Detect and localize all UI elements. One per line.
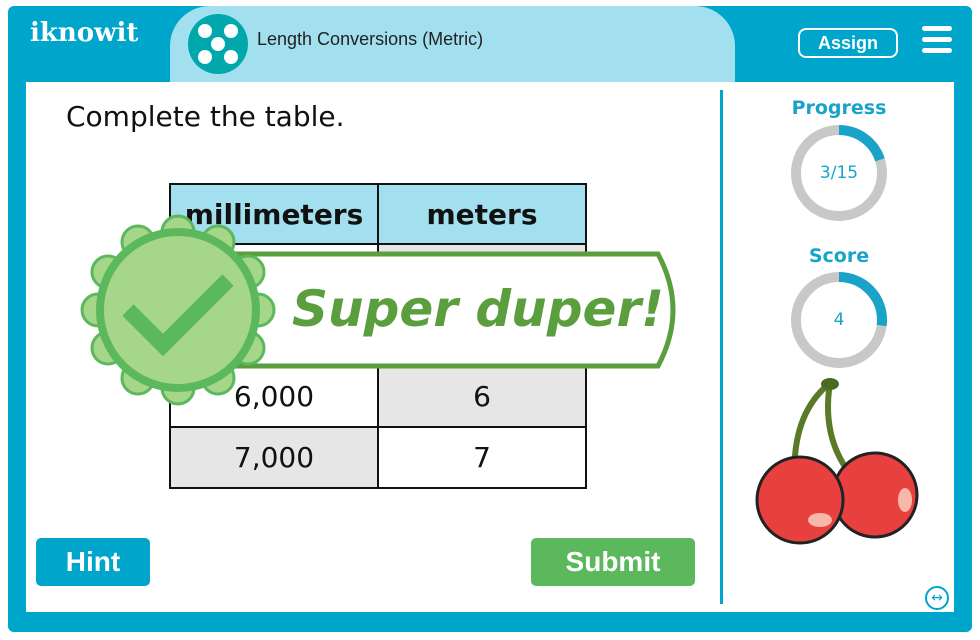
hint-button[interactable]: Hint: [36, 538, 150, 586]
progress-value: 3/15: [819, 163, 859, 183]
feedback-message: Super duper!: [292, 280, 664, 338]
divider: [720, 90, 723, 604]
table-cell: 7,000: [169, 426, 379, 489]
checkmark-badge-icon: [80, 214, 276, 406]
dots-icon: [188, 14, 248, 74]
question-prompt: Complete the table.: [66, 100, 345, 133]
progress-label: Progress: [791, 97, 887, 119]
table-cell: 7: [377, 426, 587, 489]
table-row: 7,000 7: [169, 426, 587, 489]
expand-icon[interactable]: ↔: [925, 586, 949, 610]
logo: iknowit: [30, 18, 139, 48]
lesson-title: Length Conversions (Metric): [257, 29, 484, 49]
cherries-image: [755, 378, 919, 545]
score-label: Score: [808, 245, 870, 267]
score-value: 4: [833, 310, 845, 330]
assign-button[interactable]: Assign: [798, 28, 898, 58]
submit-button[interactable]: Submit: [531, 538, 695, 586]
hamburger-icon[interactable]: [922, 26, 952, 54]
